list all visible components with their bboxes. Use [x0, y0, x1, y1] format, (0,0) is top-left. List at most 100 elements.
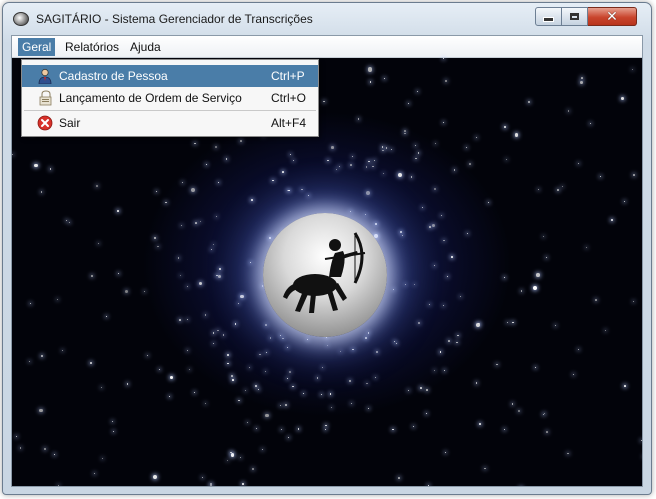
- star: [349, 210, 351, 212]
- star: [201, 476, 204, 478]
- menu-item-shortcut: Ctrl+O: [271, 91, 307, 105]
- star: [392, 288, 394, 290]
- star: [58, 484, 60, 486]
- minimize-icon: [543, 17, 554, 22]
- star: [186, 349, 188, 351]
- star: [442, 122, 444, 124]
- menu-ajuda[interactable]: Ajuda: [126, 38, 165, 56]
- title-bar[interactable]: SAGITÁRIO - Sistema Gerenciador de Trans…: [3, 3, 651, 35]
- star: [433, 370, 435, 371]
- menu-geral[interactable]: Geral: [18, 38, 56, 56]
- star: [154, 237, 156, 239]
- star: [466, 147, 468, 149]
- star: [398, 477, 400, 479]
- star: [621, 96, 625, 100]
- app-logo-icon[interactable]: [13, 12, 29, 26]
- star: [189, 368, 191, 370]
- star: [393, 340, 396, 343]
- geral-dropdown-menu: Cadastro de Pessoa Ctrl+P Lançamento de …: [21, 59, 319, 137]
- star: [476, 382, 478, 384]
- star: [56, 298, 58, 300]
- star: [374, 376, 376, 379]
- menu-item-cadastro-pessoa[interactable]: Cadastro de Pessoa Ctrl+P: [22, 65, 318, 87]
- star: [232, 379, 234, 381]
- maximize-button[interactable]: [562, 7, 588, 26]
- star: [165, 201, 167, 204]
- star: [307, 339, 308, 341]
- star: [227, 354, 230, 356]
- star: [194, 142, 196, 145]
- star: [568, 110, 570, 112]
- menu-relatorios[interactable]: Relatórios: [61, 38, 123, 56]
- star: [426, 412, 428, 414]
- star: [219, 268, 222, 270]
- exit-icon: [37, 115, 53, 131]
- star: [292, 385, 294, 388]
- star: [384, 78, 386, 80]
- star: [215, 215, 218, 218]
- star: [15, 435, 18, 438]
- star: [61, 349, 64, 352]
- star: [408, 389, 410, 391]
- star: [181, 224, 183, 226]
- star: [230, 453, 235, 457]
- star: [573, 373, 575, 375]
- star: [451, 256, 454, 258]
- star: [404, 132, 406, 135]
- star: [444, 369, 446, 371]
- star: [205, 402, 207, 404]
- star: [327, 159, 329, 162]
- star: [382, 149, 384, 152]
- close-button[interactable]: ✕: [588, 7, 637, 26]
- star: [239, 139, 242, 142]
- star: [566, 452, 569, 455]
- centaur-icon: [283, 232, 366, 313]
- star: [40, 191, 43, 194]
- star: [585, 246, 588, 249]
- star: [557, 189, 559, 192]
- star: [554, 325, 556, 327]
- star: [226, 459, 228, 462]
- star: [302, 392, 304, 394]
- star: [105, 315, 107, 317]
- star: [533, 285, 538, 291]
- star: [414, 145, 417, 147]
- star: [367, 67, 373, 72]
- star: [641, 439, 642, 441]
- star: [538, 188, 540, 191]
- menu-item-ordem-servico[interactable]: Lançamento de Ordem de Serviço Ctrl+O: [22, 87, 318, 109]
- star: [366, 382, 368, 384]
- star: [251, 199, 253, 201]
- star: [351, 155, 354, 158]
- star: [349, 380, 351, 382]
- star: [429, 226, 431, 228]
- star: [561, 185, 563, 187]
- star: [466, 233, 468, 235]
- star: [293, 160, 294, 162]
- star: [212, 343, 215, 345]
- star: [476, 136, 478, 138]
- star: [117, 210, 119, 212]
- star: [217, 274, 221, 278]
- star: [420, 387, 422, 389]
- star: [266, 351, 268, 353]
- star: [545, 256, 547, 258]
- star: [49, 168, 52, 170]
- star: [534, 366, 537, 369]
- star: [157, 245, 160, 248]
- star: [413, 283, 415, 285]
- star: [369, 81, 372, 83]
- star: [213, 332, 215, 334]
- star: [446, 276, 448, 278]
- minimize-button[interactable]: [535, 7, 562, 26]
- menu-item-sair[interactable]: Sair Alt+F4: [22, 112, 318, 134]
- star: [439, 350, 442, 353]
- star: [546, 431, 548, 433]
- star: [350, 164, 352, 166]
- menu-item-shortcut: Alt+F4: [271, 116, 307, 130]
- star: [102, 458, 104, 460]
- star: [432, 223, 436, 227]
- star: [327, 345, 329, 347]
- star: [242, 483, 244, 486]
- star: [520, 290, 523, 292]
